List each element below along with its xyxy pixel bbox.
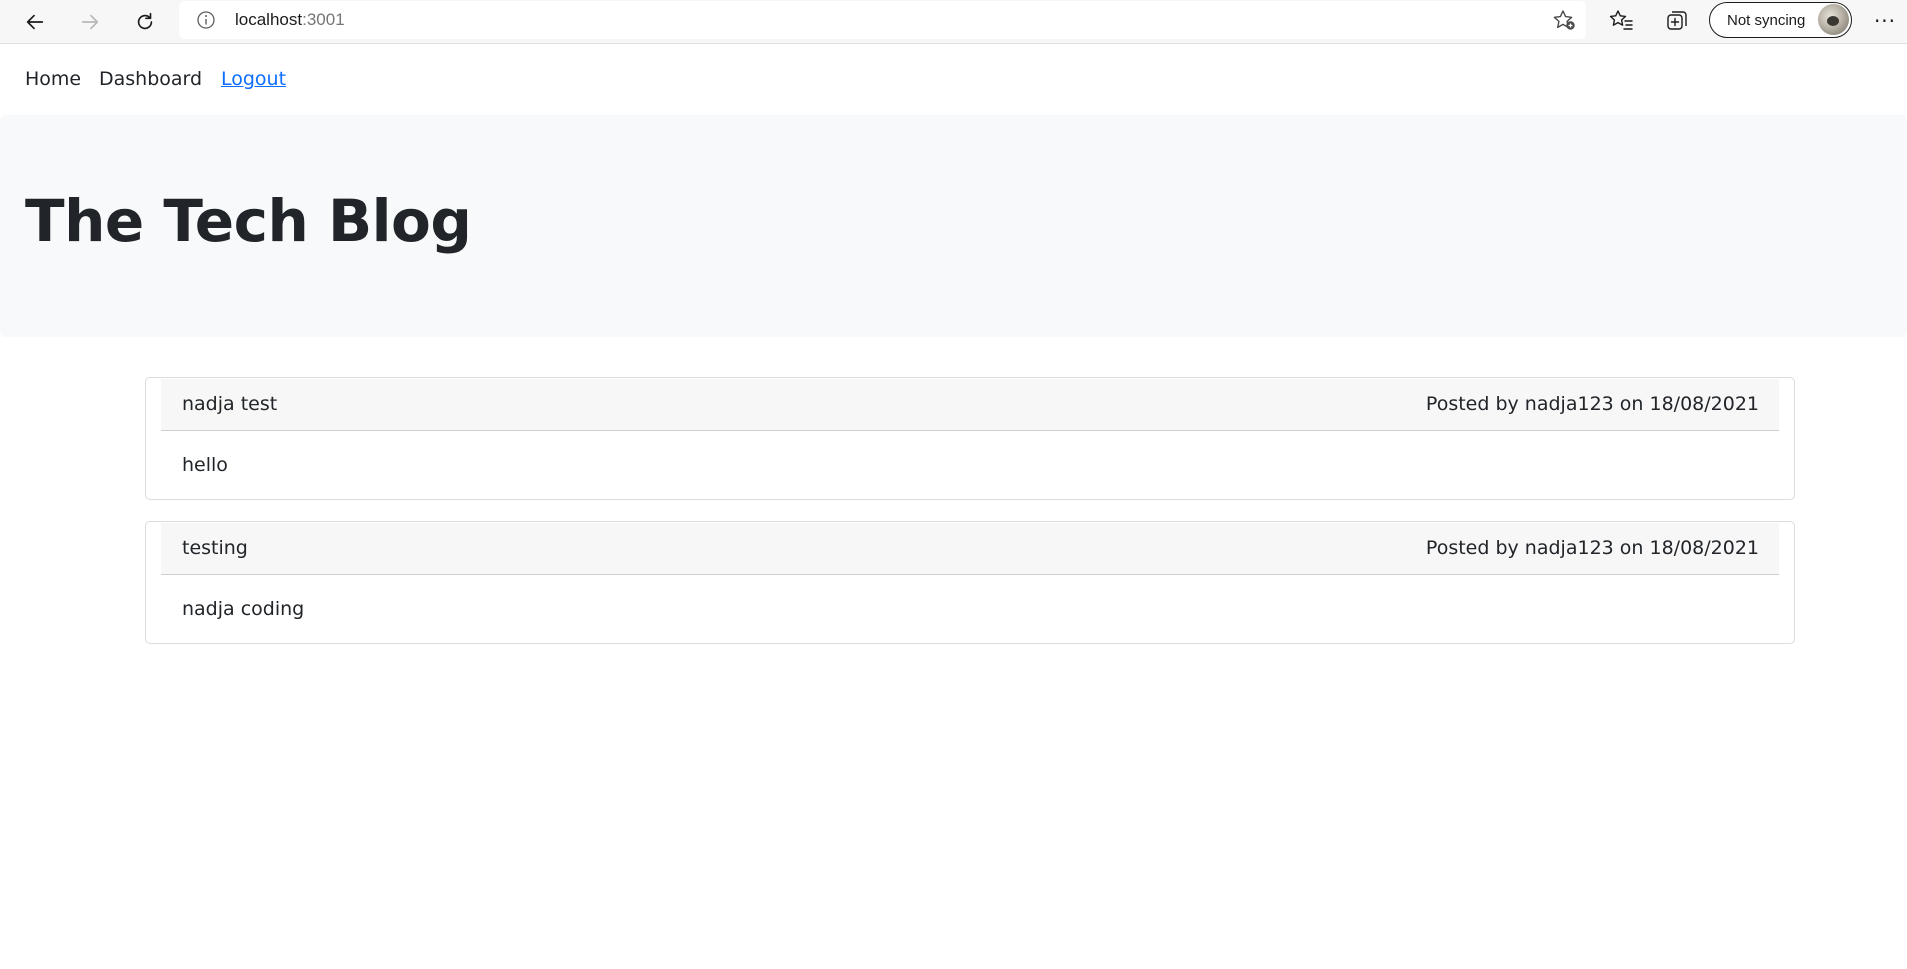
post-body: hello — [182, 454, 228, 476]
page-title: The Tech Blog — [25, 187, 472, 255]
reload-icon — [137, 12, 153, 30]
hero-banner: The Tech Blog — [0, 115, 1907, 337]
more-dots-icon[interactable]: ··· — [1872, 8, 1898, 34]
reload-button[interactable] — [129, 6, 161, 38]
post-body: nadja coding — [182, 598, 305, 620]
profile-sync-button[interactable]: Not syncing — [1709, 2, 1852, 38]
post-header: testing Posted by nadja123 on 18/08/2021 — [161, 523, 1779, 575]
forward-button[interactable] — [74, 6, 106, 38]
post-meta: Posted by nadja123 on 18/08/2021 — [1425, 537, 1759, 559]
post-title[interactable]: nadja test — [182, 393, 277, 415]
info-icon[interactable] — [196, 10, 216, 30]
back-button[interactable] — [19, 6, 51, 38]
avatar — [1818, 4, 1849, 35]
post-list: nadja test Posted by nadja123 on 18/08/2… — [145, 377, 1795, 665]
url-port: :3001 — [302, 10, 345, 29]
post-header: nadja test Posted by nadja123 on 18/08/2… — [161, 379, 1779, 431]
sync-status-label: Not syncing — [1727, 12, 1806, 29]
post-card[interactable]: nadja test Posted by nadja123 on 18/08/2… — [145, 377, 1795, 500]
nav-link-logout[interactable]: Logout — [221, 68, 286, 90]
collections-icon[interactable] — [1664, 8, 1690, 34]
post-card[interactable]: testing Posted by nadja123 on 18/08/2021… — [145, 521, 1795, 644]
post-title[interactable]: testing — [182, 537, 248, 559]
nav-link-dashboard[interactable]: Dashboard — [99, 68, 202, 90]
site-navbar: Home Dashboard Logout — [0, 45, 1907, 115]
forward-arrow-icon — [81, 14, 99, 30]
post-meta: Posted by nadja123 on 18/08/2021 — [1425, 393, 1759, 415]
browser-toolbar: localhost:3001 Not syncing ··· — [0, 0, 1907, 44]
url-host: localhost — [235, 10, 303, 29]
nav-link-home[interactable]: Home — [25, 68, 81, 90]
back-arrow-icon — [26, 14, 44, 30]
favorites-list-icon[interactable] — [1608, 8, 1634, 34]
star-add-icon[interactable] — [1552, 9, 1576, 31]
address-bar[interactable]: localhost:3001 — [179, 1, 1586, 39]
url-text[interactable]: localhost:3001 — [235, 10, 345, 30]
